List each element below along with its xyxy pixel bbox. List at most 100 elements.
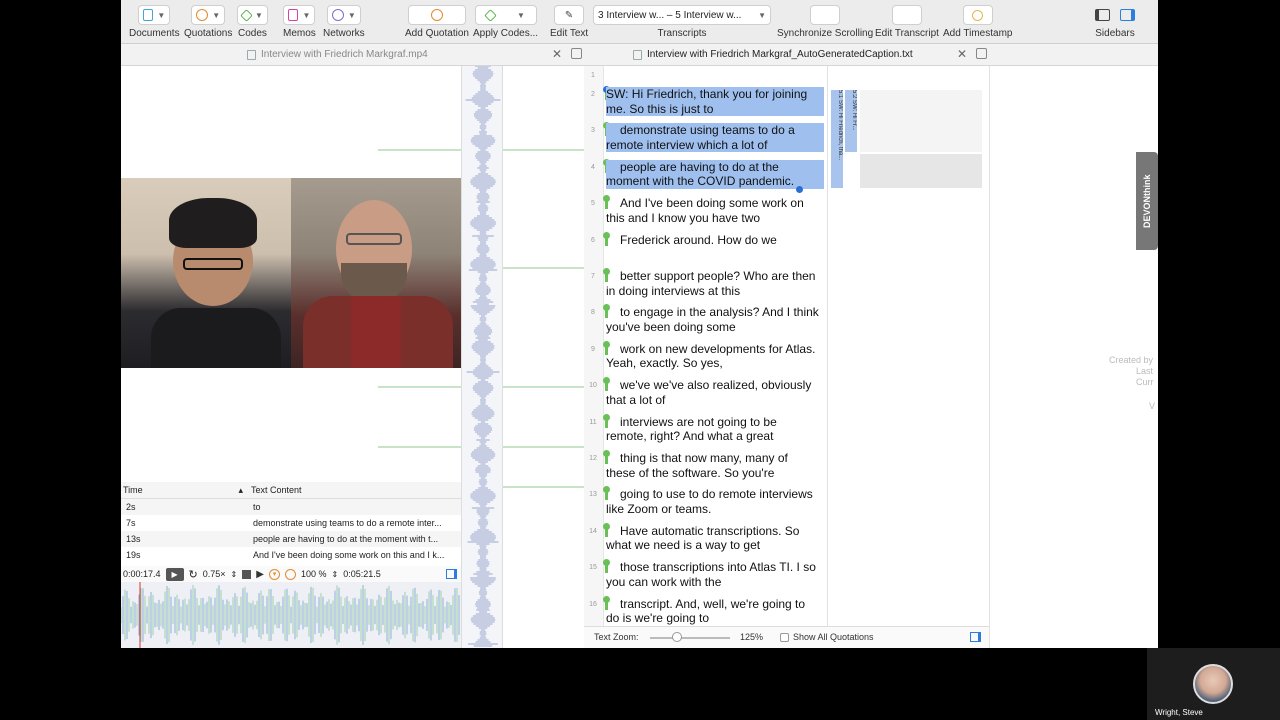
line-number: 1 [591,72,595,79]
transcript-paragraph[interactable]: going to use to do remote interviews like… [606,487,824,516]
quotation-bar[interactable]: 5:2 SW: Hi Fr... [845,90,857,152]
apply-codes-tool[interactable]: ▼ Apply Codes... [473,5,538,39]
playback-controls: 0:00:17.4 ▶ ↻ 0.75× ⇕ ▶ ▾ 100 % ⇕ 0:05:2… [121,566,461,582]
transcript-paragraph[interactable]: And I've been doing some work on this and… [606,196,824,225]
show-all-quotations-checkbox[interactable] [780,633,789,642]
document-icon [143,9,154,21]
transcript-paragraph[interactable]: we've we've also realized, obviously that… [606,378,824,407]
transcript-paragraph[interactable]: better support people? Who are then in do… [606,269,824,298]
memos-tool[interactable]: ▼ Memos [283,5,316,39]
edit-transcript-icon: ✎ [902,9,912,22]
margin-highlight [860,90,982,152]
split-view-icon[interactable] [571,48,582,59]
line-number: 10 [589,382,597,390]
apply-codes-label: Apply Codes... [473,28,539,39]
column-header-text[interactable]: Text Content [249,485,461,495]
play-selection-button[interactable]: ▶ [165,567,184,581]
left-sidebar-icon[interactable] [1095,9,1110,21]
code-icon [240,8,253,22]
tab-video[interactable]: Interview with Friedrich Markgraf.mp4 [247,44,428,65]
tab-transcript[interactable]: Interview with Friedrich Markgraf_AutoGe… [633,44,913,65]
text-zoom-bar: Text Zoom: 125% Show All Quotations [584,626,989,648]
line-number: 8 [591,309,595,317]
quotation-marker-icon[interactable] [284,568,296,580]
documents-tool[interactable]: ▼ Documents [129,5,180,39]
line-number: 7 [591,273,595,280]
loop-icon[interactable]: ↻ [189,568,198,581]
sidebar-toggle-icon[interactable] [970,632,981,642]
stepper-icon[interactable]: ⇕ [231,570,238,579]
paragraph-line: those transcriptions into Atlas TI. I so [620,560,816,575]
video-player[interactable] [121,178,461,368]
table-row[interactable]: 2s to [121,499,461,515]
sidebars-tool[interactable]: Sidebars [1095,5,1135,39]
text-zoom-slider[interactable] [650,637,730,639]
table-row[interactable]: 19s And I've been doing some work on this… [121,547,461,563]
chevron-down-icon: ▼ [347,10,356,20]
synchronize-scrolling-tool[interactable]: ⇕ Synchronize Scrolling [777,5,873,39]
value-label: V [1149,401,1156,411]
paragraph-line: interviews are not going to be [620,414,777,429]
transcript-document[interactable]: 1 2 3 4 5 6 7 8 9 10 11 12 13 14 15 16 SW: Hi Friedrich… [584,66,989,626]
close-icon[interactable]: ✕ [957,47,967,61]
transcript-paragraph[interactable]: transcript. And, well, we're going to do … [606,597,824,626]
add-quotation-label: Add Quotation [405,28,469,39]
devonthink-tab[interactable]: DEVONthink [1136,152,1158,250]
participant-video-right [291,178,461,368]
paragraph-line: moment with the COVID pandemic. [606,174,795,189]
text-zoom-value: 125% [740,632,764,642]
vertical-waveform-graphic [465,65,501,647]
right-sidebar-icon[interactable] [1120,9,1135,21]
selection-handle[interactable] [796,186,803,193]
quotations-label: Quotations [184,28,233,39]
audio-waveform[interactable] [121,582,461,648]
sort-ascending-icon[interactable]: ▴ [238,485,243,496]
chevron-down-icon: ▼ [212,10,221,20]
add-timestamp-tool[interactable]: Add Timestamp [943,5,1012,39]
stop-button[interactable] [242,569,252,579]
add-quotation-tool[interactable]: Add Quotation [405,5,469,39]
transcripts-select-value: 3 Interview w... – 5 Interview w... [598,9,742,21]
transcript-paragraph[interactable]: Have automatic transcriptions. So what we… [606,524,824,553]
transcript-paragraph[interactable]: Frederick around. How do we [606,233,824,248]
quotations-tool[interactable]: ▼ Quotations [184,5,232,39]
split-view-icon[interactable] [976,48,987,59]
network-icon [331,9,344,21]
transcripts-label: Transcripts [657,28,707,39]
paragraph-line: Have automatic transcriptions. So [620,523,800,538]
transcript-paragraph[interactable]: people are having to do at the moment wit… [606,159,824,189]
column-header-time[interactable]: Time ▴ [121,485,249,496]
transcript-paragraph[interactable]: to engage in the analysis? And I think yo… [606,305,824,334]
codes-tool[interactable]: ▼ Codes [237,5,268,39]
line-number: 11 [589,418,597,426]
quotation-bar[interactable]: 5:1 SW: Hi Friedrich, tha... [831,90,843,188]
current-label: Curr [1136,377,1154,387]
networks-tool[interactable]: ▼ Networks [323,5,365,39]
stepper-icon[interactable]: ⇕ [331,570,338,579]
volume-value[interactable]: 100 % [301,569,327,579]
transcript-paragraph[interactable]: demonstrate using teams to do a remote in… [606,123,824,153]
tab-bar: Interview with Friedrich Markgraf.mp4 ✕ … [121,44,1158,66]
play-button[interactable]: ▶ [256,569,264,580]
playback-speed[interactable]: 0.75× [203,569,226,579]
table-row[interactable]: 13s people are having to do at the moment… [121,531,461,547]
edit-transcript-tool[interactable]: ✎ Edit Transcript [875,5,939,39]
transcript-paragraph[interactable]: interviews are not going to be remote, ri… [606,415,824,444]
avatar [1193,664,1233,704]
vertical-waveform[interactable] [461,65,503,648]
transcript-paragraph[interactable]: those transcriptions into Atlas TI. I so… [606,560,824,589]
transcript-paragraph[interactable]: thing is that now many, many of these of … [606,451,824,480]
transcript-paragraph[interactable]: SW: Hi Friedrich, thank you for joining m… [606,87,824,116]
paragraph-line: And I've been doing some work on [620,196,804,211]
inspector-area: Created by Last Curr V [989,66,1158,648]
sidebar-toggle-icon[interactable] [446,569,457,579]
line-number: 2 [591,91,595,98]
text-zoom-slider-knob[interactable] [672,632,682,642]
transcript-paragraph[interactable]: work on new developments for Atlas. Yeah,… [606,342,824,371]
text-zoom-label: Text Zoom: [594,632,639,642]
add-timestamp-icon[interactable]: ▾ [268,568,280,580]
close-icon[interactable]: ✕ [552,47,562,61]
table-row[interactable]: 7s demonstrate using teams to do a remote… [121,515,461,531]
transcripts-tool[interactable]: 3 Interview w... – 5 Interview w... ▼ Tr… [593,5,771,39]
edit-text-tool[interactable]: ✎ Edit Text [550,5,588,39]
